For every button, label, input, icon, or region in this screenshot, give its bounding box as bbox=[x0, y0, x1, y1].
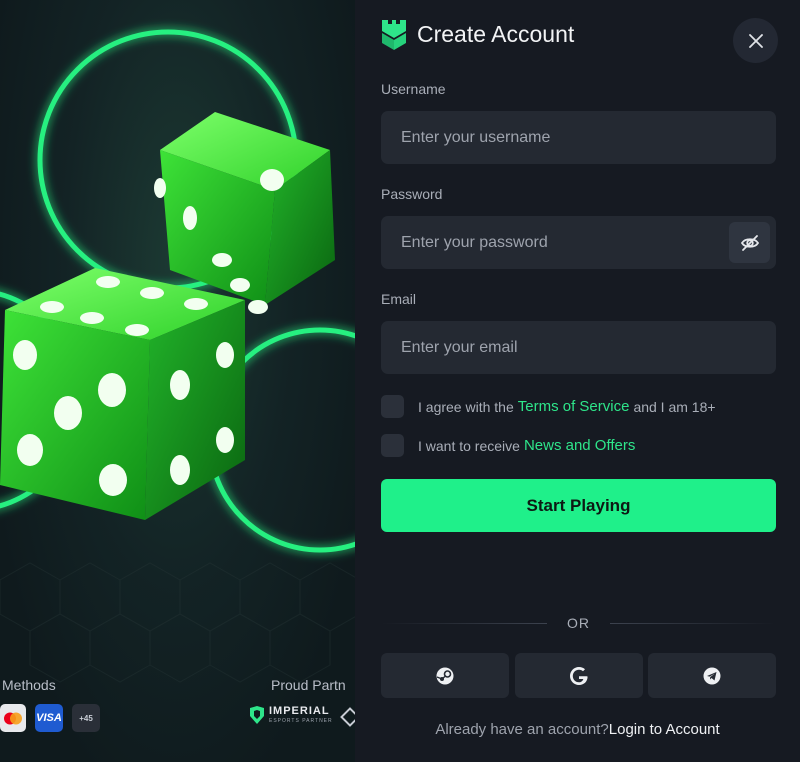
partner-subtitle: ESPORTS PARTNER bbox=[269, 718, 333, 724]
close-icon bbox=[748, 33, 763, 48]
login-to-account-link[interactable]: Login to Account bbox=[609, 721, 720, 738]
imperial-partner-logo: IMPERIAL ESPORTS PARTNER bbox=[249, 706, 333, 724]
panel-header: Create Account bbox=[381, 18, 574, 50]
steam-icon bbox=[436, 667, 454, 684]
terms-of-service-link[interactable]: Terms of Service bbox=[518, 398, 630, 415]
login-prompt: Already have an account?Login to Account bbox=[355, 721, 800, 738]
payment-methods-row: VISA +45 bbox=[0, 704, 100, 732]
start-playing-button[interactable]: Start Playing bbox=[381, 479, 776, 532]
page-title: Create Account bbox=[417, 20, 575, 47]
email-label: Email bbox=[381, 291, 417, 307]
visa-badge: VISA bbox=[35, 704, 63, 732]
terms-prefix: I agree with the bbox=[418, 398, 514, 415]
login-prompt-text: Already have an account? bbox=[435, 721, 609, 738]
more-methods-badge: +45 bbox=[72, 704, 100, 732]
news-checkbox[interactable] bbox=[381, 434, 404, 457]
terms-row: I agree with the Terms of Service and I … bbox=[381, 395, 716, 418]
or-text: OR bbox=[567, 615, 590, 631]
castle-tower-icon bbox=[382, 20, 406, 50]
email-field-container bbox=[381, 321, 776, 374]
partners-label: Proud Partn bbox=[271, 677, 346, 693]
toggle-password-visibility-button[interactable] bbox=[729, 222, 770, 263]
payment-methods-label: Methods bbox=[2, 677, 56, 693]
news-row: I want to receive News and Offers bbox=[381, 434, 635, 457]
terms-checkbox[interactable] bbox=[381, 395, 404, 418]
promo-panel: Methods Proud Partn VISA +45 IMPERIAL ES… bbox=[0, 0, 355, 762]
google-login-button[interactable] bbox=[515, 653, 643, 698]
password-field-container bbox=[381, 216, 776, 269]
news-prefix: I want to receive bbox=[418, 437, 520, 454]
divider-line-right bbox=[610, 622, 776, 624]
or-divider: OR bbox=[381, 613, 776, 633]
create-account-panel: Create Account Username Password Email I… bbox=[355, 0, 800, 762]
mastercard-icon bbox=[0, 704, 26, 732]
terms-suffix: and I am 18+ bbox=[633, 398, 716, 415]
steam-login-button[interactable] bbox=[381, 653, 509, 698]
partner-name: IMPERIAL bbox=[269, 705, 330, 717]
close-button[interactable] bbox=[733, 18, 778, 63]
telegram-login-button[interactable] bbox=[648, 653, 776, 698]
dice-illustration bbox=[0, 29, 355, 553]
eye-off-icon bbox=[740, 234, 759, 251]
username-field-container bbox=[381, 111, 776, 164]
email-input[interactable] bbox=[381, 321, 776, 374]
password-input[interactable] bbox=[381, 216, 776, 269]
news-and-offers-link[interactable]: News and Offers bbox=[524, 437, 635, 454]
username-label: Username bbox=[381, 81, 446, 97]
username-input[interactable] bbox=[381, 111, 776, 164]
google-icon bbox=[570, 666, 588, 685]
imperial-logo-icon bbox=[250, 706, 264, 724]
password-label: Password bbox=[381, 186, 443, 202]
telegram-icon bbox=[703, 667, 721, 684]
divider-line-left bbox=[381, 622, 547, 624]
